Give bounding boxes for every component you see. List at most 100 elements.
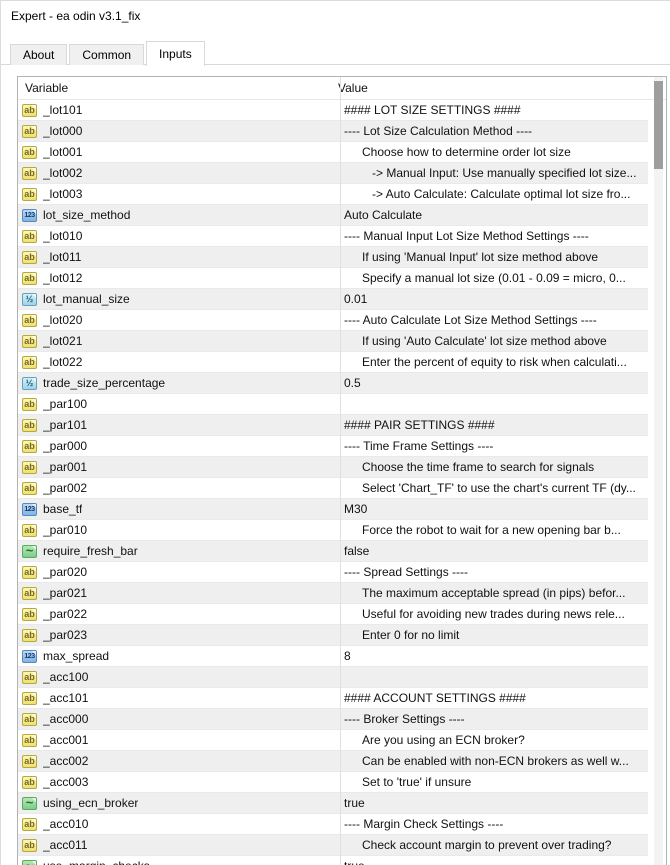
table-row[interactable]: ab _par022 Useful for avoiding new trade… — [18, 604, 648, 625]
variable-value[interactable]: Auto Calculate — [340, 205, 648, 225]
table-row[interactable]: ab _lot012 Specify a manual lot size (0.… — [18, 268, 648, 289]
table-row[interactable]: 123 base_tf M30 — [18, 499, 648, 520]
variable-value[interactable]: ---- Broker Settings ---- — [340, 709, 648, 729]
variable-value[interactable]: #### LOT SIZE SETTINGS #### — [340, 100, 648, 120]
variable-name: _acc002 — [43, 754, 88, 768]
variable-name: _acc000 — [43, 712, 88, 726]
column-header-variable[interactable]: Variable — [18, 77, 333, 99]
string-type-icon: ab — [22, 734, 37, 747]
variable-value[interactable]: Set to 'true' if unsure — [340, 772, 648, 792]
table-row[interactable]: ab _lot001 Choose how to determine order… — [18, 142, 648, 163]
table-row[interactable]: ab _lot020 ---- Auto Calculate Lot Size … — [18, 310, 648, 331]
table-row[interactable]: ab _acc100 — [18, 667, 648, 688]
table-row[interactable]: 123 lot_size_method Auto Calculate — [18, 205, 648, 226]
table-row[interactable]: ab _acc003 Set to 'true' if unsure — [18, 772, 648, 793]
table-row[interactable]: ab _par020 ---- Spread Settings ---- — [18, 562, 648, 583]
variable-value[interactable]: true — [340, 856, 648, 865]
variable-cell: ab _par000 — [18, 436, 340, 456]
variable-value[interactable]: -> Manual Input: Use manually specified … — [340, 163, 648, 183]
string-type-icon: ab — [22, 482, 37, 495]
variable-value[interactable]: ---- Spread Settings ---- — [340, 562, 648, 582]
table-row[interactable]: ½ lot_manual_size 0.01 — [18, 289, 648, 310]
variable-cell: ½ trade_size_percentage — [18, 373, 340, 393]
table-row[interactable]: ab _par101 #### PAIR SETTINGS #### — [18, 415, 648, 436]
table-row[interactable]: ab _par021 The maximum acceptable spread… — [18, 583, 648, 604]
column-header-value[interactable]: Value — [333, 77, 666, 99]
table-row[interactable]: ab _acc010 ---- Margin Check Settings --… — [18, 814, 648, 835]
table-row[interactable]: ab _lot101 #### LOT SIZE SETTINGS #### — [18, 100, 648, 121]
table-row[interactable]: ab _par002 Select 'Chart_TF' to use the … — [18, 478, 648, 499]
variable-value[interactable]: #### ACCOUNT SETTINGS #### — [340, 688, 648, 708]
table-row[interactable]: ab _par023 Enter 0 for no limit — [18, 625, 648, 646]
variable-name: _acc001 — [43, 733, 88, 747]
variable-value[interactable]: -> Auto Calculate: Calculate optimal lot… — [340, 184, 648, 204]
column-divider[interactable] — [340, 77, 341, 865]
table-row[interactable]: ab _lot022 Enter the percent of equity t… — [18, 352, 648, 373]
variable-value[interactable]: Useful for avoiding new trades during ne… — [340, 604, 648, 624]
variable-cell: ab _par001 — [18, 457, 340, 477]
variable-value[interactable]: The maximum acceptable spread (in pips) … — [340, 583, 648, 603]
table-row[interactable]: ab _lot000 ---- Lot Size Calculation Met… — [18, 121, 648, 142]
table-row[interactable]: 123 max_spread 8 — [18, 646, 648, 667]
variable-value[interactable]: If using 'Manual Input' lot size method … — [340, 247, 648, 267]
table-row[interactable]: ab _acc011 Check account margin to preve… — [18, 835, 648, 856]
table-row[interactable]: ~ using_ecn_broker true — [18, 793, 648, 814]
variable-name: _lot022 — [43, 355, 82, 369]
table-row[interactable]: ab _lot002 -> Manual Input: Use manually… — [18, 163, 648, 184]
table-row[interactable]: ~ require_fresh_bar false — [18, 541, 648, 562]
variable-name: _par100 — [43, 397, 87, 411]
table-row[interactable]: ab _par001 Choose the time frame to sear… — [18, 457, 648, 478]
variable-value[interactable]: ---- Time Frame Settings ---- — [340, 436, 648, 456]
table-row[interactable]: ab _acc001 Are you using an ECN broker? — [18, 730, 648, 751]
variable-name: _par101 — [43, 418, 87, 432]
variable-value[interactable]: Select 'Chart_TF' to use the chart's cur… — [340, 478, 648, 498]
variable-value[interactable] — [340, 667, 648, 687]
variable-value[interactable]: Are you using an ECN broker? — [340, 730, 648, 750]
string-type-icon: ab — [22, 524, 37, 537]
variable-value[interactable]: Check account margin to prevent over tra… — [340, 835, 648, 855]
variable-value[interactable]: If using 'Auto Calculate' lot size metho… — [340, 331, 648, 351]
table-row[interactable]: ½ trade_size_percentage 0.5 — [18, 373, 648, 394]
variable-value[interactable]: 8 — [340, 646, 648, 666]
variable-value[interactable]: Choose how to determine order lot size — [340, 142, 648, 162]
table-row[interactable]: ab _acc000 ---- Broker Settings ---- — [18, 709, 648, 730]
variable-value[interactable]: Choose the time frame to search for sign… — [340, 457, 648, 477]
table-row[interactable]: ab _par010 Force the robot to wait for a… — [18, 520, 648, 541]
table-row[interactable]: ab _acc101 #### ACCOUNT SETTINGS #### — [18, 688, 648, 709]
variable-value[interactable]: Enter the percent of equity to risk when… — [340, 352, 648, 372]
table-row[interactable]: ab _par000 ---- Time Frame Settings ---- — [18, 436, 648, 457]
variable-value[interactable]: Enter 0 for no limit — [340, 625, 648, 645]
variable-value[interactable]: M30 — [340, 499, 648, 519]
vertical-scrollbar[interactable] — [648, 77, 666, 865]
variable-value[interactable]: Force the robot to wait for a new openin… — [340, 520, 648, 540]
scrollbar-thumb[interactable] — [654, 81, 663, 169]
scrollbar-track[interactable] — [654, 77, 663, 865]
tab-common[interactable]: Common — [69, 44, 144, 65]
table-row[interactable]: ~ use_margin_checks true — [18, 856, 648, 865]
table-row[interactable]: ab _lot010 ---- Manual Input Lot Size Me… — [18, 226, 648, 247]
tab-bar: AboutCommonInputs — [10, 41, 207, 65]
variable-name: _acc100 — [43, 670, 88, 684]
table-row[interactable]: ab _lot021 If using 'Auto Calculate' lot… — [18, 331, 648, 352]
table-row[interactable]: ab _par100 — [18, 394, 648, 415]
variable-value[interactable]: #### PAIR SETTINGS #### — [340, 415, 648, 435]
variable-value[interactable]: Specify a manual lot size (0.01 - 0.09 =… — [340, 268, 648, 288]
variable-cell: ab _par023 — [18, 625, 340, 645]
variable-value[interactable]: false — [340, 541, 648, 561]
variable-value[interactable]: Can be enabled with non-ECN brokers as w… — [340, 751, 648, 771]
variable-value[interactable]: true — [340, 793, 648, 813]
table-row[interactable]: ab _lot011 If using 'Manual Input' lot s… — [18, 247, 648, 268]
variable-value[interactable]: ---- Manual Input Lot Size Method Settin… — [340, 226, 648, 246]
table-row[interactable]: ab _lot003 -> Auto Calculate: Calculate … — [18, 184, 648, 205]
variable-value[interactable]: ---- Lot Size Calculation Method ---- — [340, 121, 648, 141]
variable-cell: ab _lot011 — [18, 247, 340, 267]
variable-value[interactable] — [340, 394, 648, 414]
variable-value[interactable]: 0.01 — [340, 289, 648, 309]
tab-about[interactable]: About — [10, 44, 67, 65]
variable-value[interactable]: ---- Margin Check Settings ---- — [340, 814, 648, 834]
table-row[interactable]: ab _acc002 Can be enabled with non-ECN b… — [18, 751, 648, 772]
variable-value[interactable]: ---- Auto Calculate Lot Size Method Sett… — [340, 310, 648, 330]
variable-value[interactable]: 0.5 — [340, 373, 648, 393]
tab-inputs[interactable]: Inputs — [146, 41, 205, 66]
variable-name: _lot001 — [43, 145, 82, 159]
